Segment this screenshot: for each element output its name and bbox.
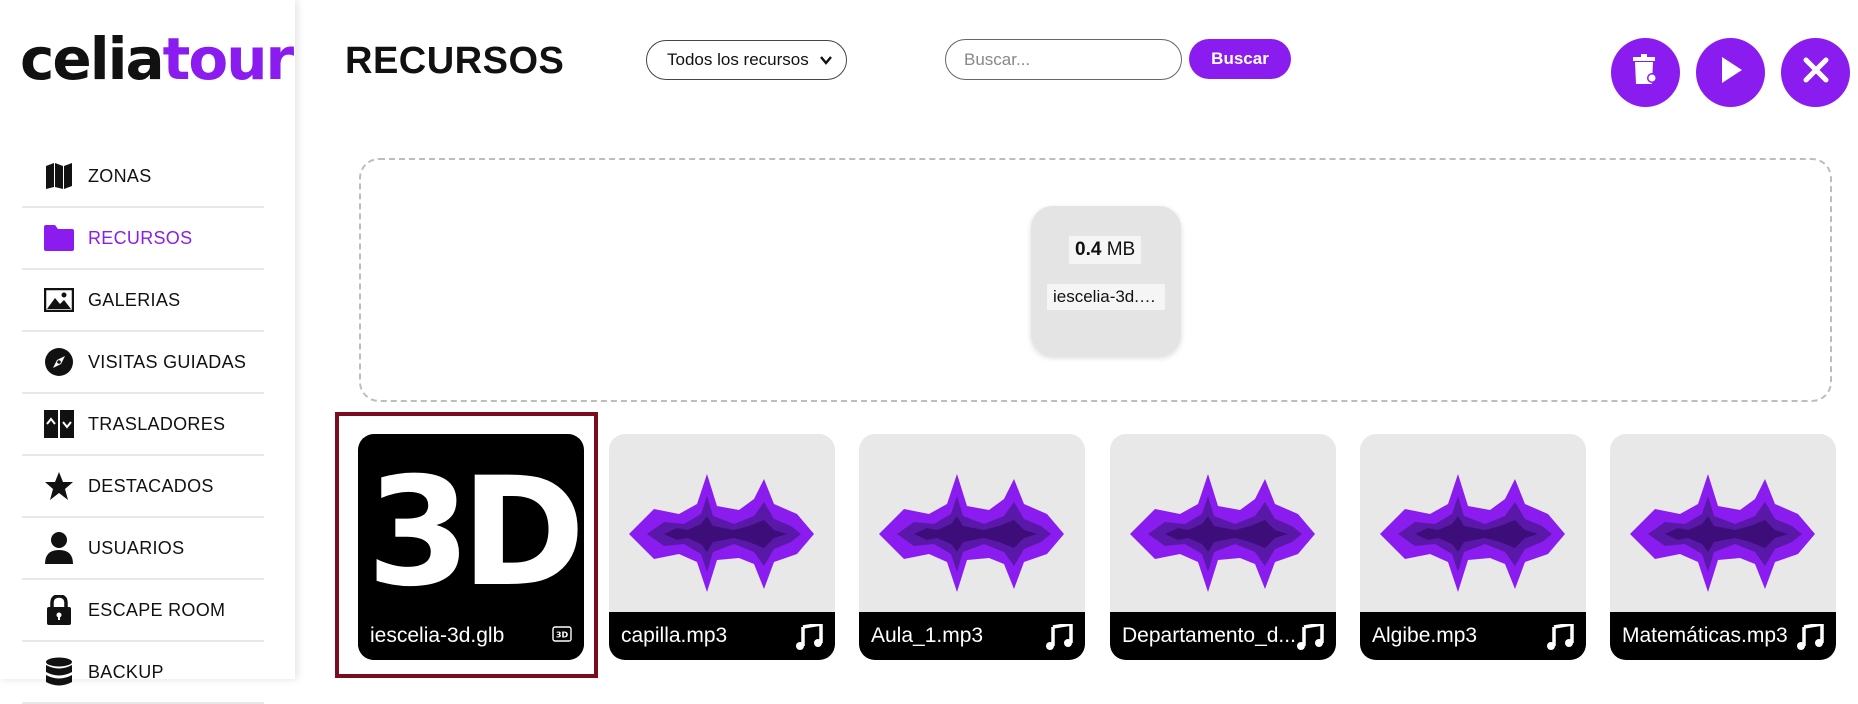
upload-dropzone[interactable]: 0.4 MB iescelia-3d.glb — [359, 158, 1832, 402]
resource-card-bar: Algibe.mp3 — [1360, 612, 1586, 660]
resource-card-bar: Matemáticas.mp3 — [1610, 612, 1836, 660]
sidebar-item-label: BACKUP — [88, 661, 164, 682]
map-icon — [44, 161, 74, 191]
compass-icon — [44, 347, 74, 377]
sidebar-item-recursos[interactable]: RECURSOS — [22, 208, 264, 270]
image-icon — [44, 285, 74, 315]
3d-thumbnail-text: 3D — [367, 446, 578, 612]
waveform-thumbnail — [1380, 474, 1565, 592]
sidebar-item-galerias[interactable]: GALERIAS — [22, 270, 264, 332]
waveform-thumbnail — [1130, 474, 1315, 592]
resource-name: capilla.mp3 — [621, 624, 728, 647]
delete-button[interactable] — [1611, 38, 1680, 107]
music-note-icon — [1296, 621, 1324, 656]
database-icon — [44, 657, 74, 687]
delete-icon — [1632, 54, 1659, 91]
page-title: RECURSOS — [345, 40, 565, 82]
sidebar-item-usuarios[interactable]: USUARIOS — [22, 518, 264, 580]
upload-size-value: 0.4 — [1075, 239, 1102, 260]
user-icon — [44, 532, 74, 564]
resource-card[interactable]: capilla.mp3 — [609, 434, 835, 660]
sidebar-item-zonas[interactable]: ZONAS — [22, 146, 264, 208]
resource-name: Aula_1.mp3 — [871, 624, 984, 647]
sidebar-item-label: VISITAS GUIADAS — [88, 351, 247, 372]
main-content: RECURSOS Todos los recursos Buscar 0.4 M… — [295, 0, 1858, 679]
waveform-thumbnail — [879, 474, 1064, 592]
folder-icon — [44, 223, 74, 253]
sidebar-item-label: DESTACADOS — [88, 475, 214, 496]
music-note-icon — [1796, 621, 1824, 656]
play-icon — [1718, 55, 1744, 90]
star-icon — [44, 471, 74, 501]
resource-name: Algibe.mp3 — [1372, 624, 1478, 647]
upload-size-unit: MB — [1106, 239, 1136, 260]
close-button[interactable] — [1781, 38, 1850, 107]
upload-size: 0.4 MB — [1069, 236, 1142, 264]
resource-card[interactable]: Algibe.mp3 — [1360, 434, 1586, 660]
resource-name: Matemáticas.mp3 — [1622, 624, 1788, 647]
filter-selected-value: Todos los recursos — [667, 50, 809, 69]
play-button[interactable] — [1696, 38, 1765, 107]
sidebar-item-label: RECURSOS — [88, 227, 193, 248]
upload-preview: 0.4 MB iescelia-3d.glb — [1031, 206, 1181, 356]
resource-filter-select[interactable]: Todos los recursos — [646, 40, 847, 80]
resource-card-bar: Aula_1.mp3 — [859, 612, 1085, 660]
sidebar-nav: ZONAS RECURSOS GALERIAS VISITAS GUIADAS … — [22, 146, 264, 704]
resource-card[interactable]: Aula_1.mp3 — [859, 434, 1085, 660]
sidebar: celiatour ZONAS RECURSOS GALERIAS VISITA… — [0, 0, 295, 704]
music-note-icon — [795, 621, 823, 656]
resource-card[interactable]: Matemáticas.mp3 — [1610, 434, 1836, 660]
waveform-thumbnail — [1630, 474, 1815, 592]
resource-card-bar: Departamento_d... — [1110, 612, 1336, 660]
sidebar-item-label: GALERIAS — [88, 289, 181, 310]
sidebar-item-label: TRASLADORES — [88, 413, 226, 434]
resource-card[interactable]: 3D iescelia-3d.glb 3D — [358, 434, 584, 660]
sidebar-item-backup[interactable]: BACKUP — [22, 642, 264, 704]
resource-name: iescelia-3d.glb — [370, 624, 505, 647]
sidebar-item-visitas-guiadas[interactable]: VISITAS GUIADAS — [22, 332, 264, 394]
logo-part-tour: tour — [162, 25, 294, 93]
resource-card-bar: iescelia-3d.glb 3D — [358, 612, 584, 660]
search-input[interactable] — [945, 39, 1182, 80]
upload-file-name: iescelia-3d.glb — [1047, 284, 1165, 310]
resource-card[interactable]: Departamento_d... — [1110, 434, 1336, 660]
resource-name: Departamento_d... — [1122, 624, 1296, 647]
3d-badge-text: 3D — [556, 631, 569, 640]
music-note-icon — [1546, 621, 1574, 656]
lock-icon — [44, 595, 74, 625]
elevator-icon — [44, 409, 74, 439]
sidebar-item-label: USUARIOS — [88, 537, 185, 558]
sidebar-item-destacados[interactable]: DESTACADOS — [22, 456, 264, 518]
3d-thumbnail: 3D — [367, 446, 584, 612]
cube-3d-icon: 3D — [552, 624, 572, 648]
search-button[interactable]: Buscar — [1189, 39, 1291, 79]
sidebar-item-escape-room[interactable]: ESCAPE ROOM — [22, 580, 264, 642]
chevron-down-icon — [820, 50, 832, 70]
sidebar-item-label: ZONAS — [88, 165, 152, 186]
celiatour-logo[interactable]: celiatour — [20, 30, 294, 88]
logo-part-celia: celia — [20, 25, 165, 93]
resource-card-bar: capilla.mp3 — [609, 612, 835, 660]
close-icon — [1803, 57, 1829, 88]
music-note-icon — [1045, 621, 1073, 656]
sidebar-item-trasladores[interactable]: TRASLADORES — [22, 394, 264, 456]
waveform-thumbnail — [629, 474, 814, 592]
sidebar-item-label: ESCAPE ROOM — [88, 599, 226, 620]
